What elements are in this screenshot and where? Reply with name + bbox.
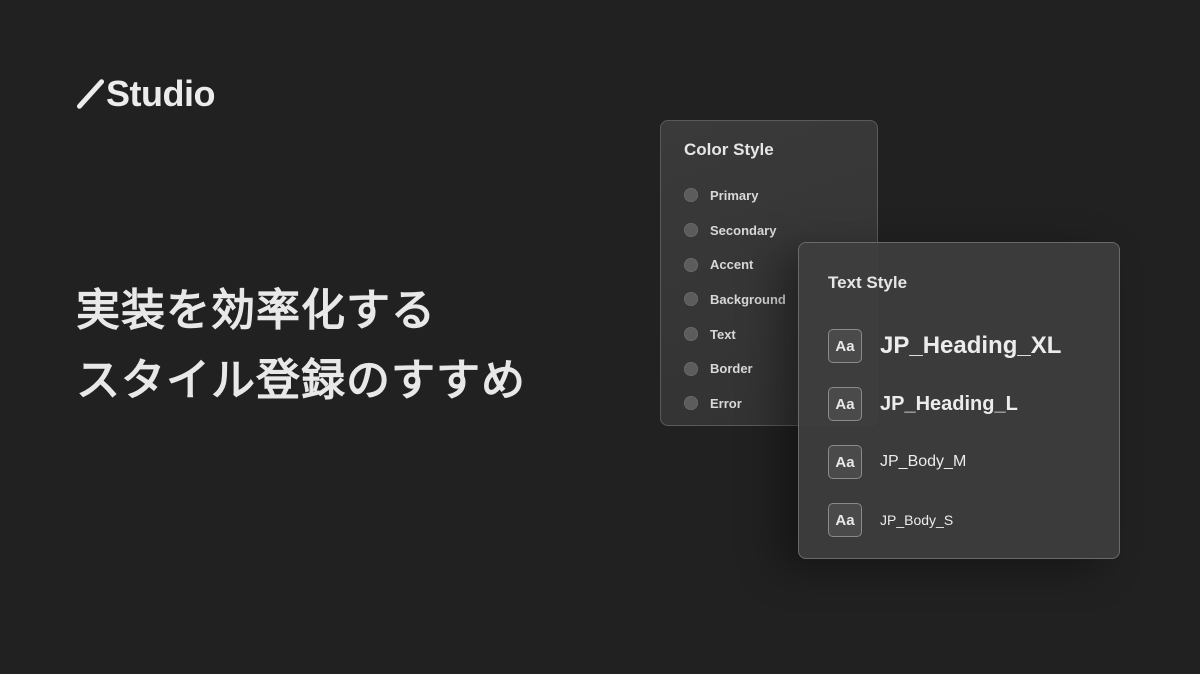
text-style-label: JP_Heading_L [880, 392, 1018, 415]
text-style-icon: Aa [828, 503, 862, 537]
color-item-label: Primary [710, 187, 759, 203]
slash-icon [76, 77, 104, 111]
color-swatch-icon [684, 361, 698, 376]
color-swatch-icon [684, 327, 698, 342]
color-item-label: Border [710, 361, 753, 377]
color-item-label: Secondary [710, 222, 777, 238]
color-swatch-icon [684, 292, 698, 307]
title-line-1: 実装を効率化する [76, 285, 436, 336]
color-swatch-icon [684, 396, 698, 411]
text-style-icon: Aa [828, 445, 862, 479]
text-style-label: JP_Body_M [880, 453, 967, 470]
brand-name: Studio [106, 73, 215, 114]
text-style-label: JP_Body_S [880, 512, 954, 528]
text-style-icon: Aa [828, 329, 862, 363]
text-style-heading-l[interactable]: Aa JP_Heading_L [828, 375, 1061, 433]
color-swatch-icon [684, 257, 698, 272]
text-style-icon: Aa [828, 387, 862, 421]
color-style-title: Color Style [684, 140, 774, 159]
text-style-title: Text Style [828, 273, 908, 292]
color-swatch-icon [684, 188, 698, 203]
color-item-label: Background [710, 291, 786, 307]
studio-logo: Studio [76, 72, 215, 116]
color-item-error[interactable]: Error [684, 386, 786, 421]
color-item-text[interactable]: Text [684, 317, 786, 352]
text-style-panel: Text Style Aa JP_Heading_XL Aa JP_Headin… [798, 242, 1120, 559]
color-item-label: Error [710, 395, 742, 411]
color-swatch-icon [684, 223, 698, 238]
page-title: 実装を効率化する スタイル登録のすすめ [76, 276, 526, 416]
color-item-label: Accent [710, 257, 754, 273]
color-item-border[interactable]: Border [684, 351, 786, 386]
color-item-accent[interactable]: Accent [684, 247, 786, 282]
title-line-2: スタイル登録のすすめ [76, 355, 526, 406]
text-style-body-m[interactable]: Aa JP_Body_M [828, 433, 1061, 491]
text-style-label: JP_Heading_XL [880, 332, 1062, 359]
color-item-primary[interactable]: Primary [684, 178, 786, 213]
text-style-heading-xl[interactable]: Aa JP_Heading_XL [828, 317, 1061, 375]
text-style-list: Aa JP_Heading_XL Aa JP_Heading_L Aa JP_B… [828, 317, 1061, 549]
color-item-label: Text [710, 326, 736, 342]
text-style-body-s[interactable]: Aa JP_Body_S [828, 491, 1061, 549]
color-item-background[interactable]: Background [684, 282, 786, 317]
color-item-secondary[interactable]: Secondary [684, 213, 786, 248]
color-style-list: Primary Secondary Accent Background Text… [684, 178, 786, 421]
